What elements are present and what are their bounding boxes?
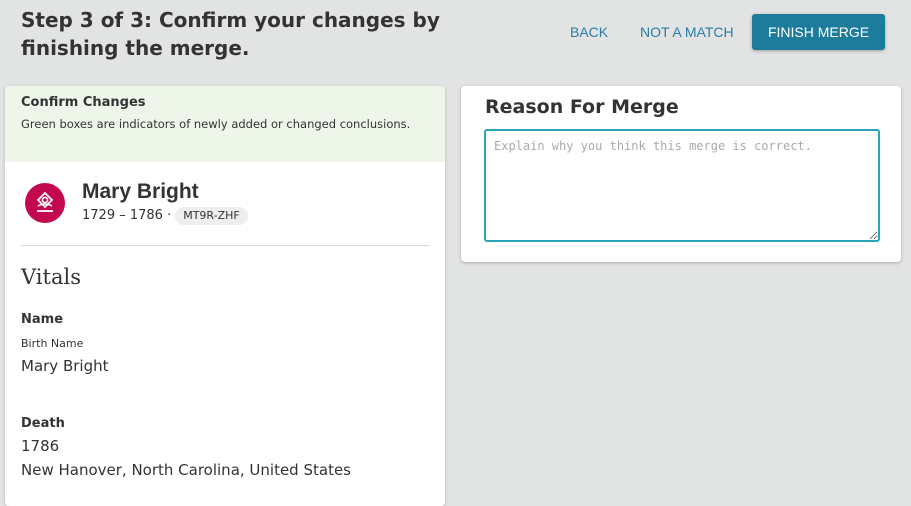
reason-for-merge-heading: Reason For Merge	[485, 96, 679, 118]
person-lifespan: 1729 – 1786 ·	[82, 208, 172, 223]
back-button[interactable]: BACK	[570, 14, 608, 50]
name-label: Name	[21, 312, 64, 327]
death-date-value: 1786	[21, 437, 60, 455]
confirm-changes-card: Confirm Changes Green boxes are indicato…	[5, 86, 445, 506]
reason-for-merge-input[interactable]	[484, 129, 880, 242]
person-id-badge: MT9R-ZHF	[175, 207, 248, 225]
vitals-heading: Vitals	[21, 265, 81, 289]
page-title: Step 3 of 3: Confirm your changes by fin…	[21, 8, 440, 60]
person-lifespan-row: 1729 – 1786 · MT9R-ZHF	[82, 206, 248, 226]
death-label: Death	[21, 416, 65, 431]
birth-name-value: Mary Bright	[21, 357, 109, 375]
confirm-changes-title: Confirm Changes	[21, 95, 146, 110]
divider	[21, 245, 429, 246]
reason-for-merge-card: Reason For Merge	[461, 86, 901, 262]
person-name[interactable]: Mary Bright	[82, 180, 199, 204]
avatar[interactable]	[25, 183, 65, 223]
death-place-value: New Hanover, North Carolina, United Stat…	[21, 461, 351, 479]
birth-name-label: Birth Name	[21, 337, 84, 350]
confirm-changes-description: Green boxes are indicators of newly adde…	[21, 117, 411, 131]
not-a-match-button[interactable]: NOT A MATCH	[640, 14, 734, 50]
female-person-icon	[36, 191, 54, 212]
confirm-changes-banner: Confirm Changes Green boxes are indicato…	[5, 86, 445, 162]
finish-merge-button[interactable]: FINISH MERGE	[752, 14, 885, 50]
